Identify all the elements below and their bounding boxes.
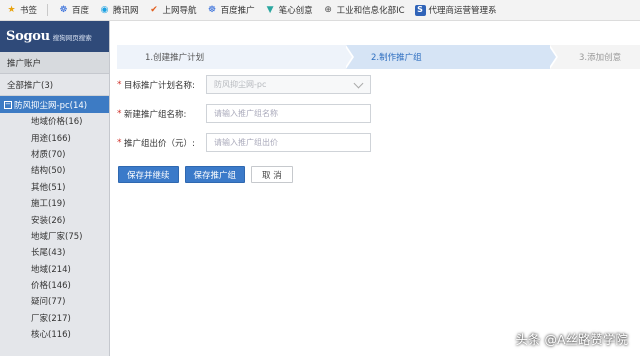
bookmark-label: 上网导航 — [162, 6, 197, 16]
bookmark-idea[interactable]: ▼ 笔心创意 — [265, 4, 313, 16]
sidebar-group-item[interactable]: 地域厂家(75) — [0, 228, 109, 244]
collapse-icon[interactable]: − — [4, 100, 12, 109]
main-content: 1.创建推广计划 2.制作推广组 3.添加创意 * 目标推广计划名称: 防风抑尘… — [111, 21, 640, 356]
required-mark: * — [117, 138, 122, 148]
group-name-input[interactable]: 请输入推广组名称 — [206, 104, 371, 123]
plan-select-value: 防风抑尘网-pc — [214, 80, 267, 89]
save-group-button[interactable]: 保存推广组 — [184, 166, 246, 183]
watermark-text: 头条 @A丝路赞学院 — [515, 332, 628, 347]
bid-input[interactable]: 请输入推广组出价 — [206, 133, 371, 152]
sidebar-group-item[interactable]: 其他(51) — [0, 179, 109, 195]
bookmark-label: 百度推广 — [220, 6, 255, 16]
globe-icon: ⊕ — [324, 4, 332, 15]
step-arrow — [344, 45, 352, 69]
s-logo-icon: S — [414, 4, 426, 16]
account-section-title: 推广账户 — [0, 52, 109, 74]
group-name-label: 新建推广组名称: — [124, 110, 187, 120]
required-mark: * — [117, 109, 122, 119]
sidebar-group-item[interactable]: 安装(26) — [0, 211, 109, 227]
step-make-group: 2.制作推广组 — [346, 45, 556, 69]
sidebar-group-item[interactable]: 用途(166) — [0, 129, 109, 145]
bid-label: 推广组出价（元）: — [124, 139, 195, 149]
group-name-row: * 新建推广组名称: — [117, 104, 206, 124]
logo-subtitle: 搜狗网页搜索 — [52, 33, 92, 42]
sogou-logo[interactable]: Sogou 搜狗网页搜索 — [0, 21, 109, 52]
plan-row: * 目标推广计划名称: — [117, 75, 206, 95]
sidebar-group-item[interactable]: 施工(19) — [0, 195, 109, 211]
bookmark-label: 笔心创意 — [278, 6, 313, 16]
plan-label: 防风抑尘网-pc(14) — [14, 100, 88, 111]
bid-row: * 推广组出价（元）: — [117, 133, 206, 153]
save-continue-button[interactable]: 保存并继续 — [118, 166, 179, 183]
bookmark-agent[interactable]: S 代理商运营管理系 — [414, 4, 497, 16]
tencent-icon: ◉ — [100, 4, 109, 15]
form-actions: 保存并继续 保存推广组 取 消 — [118, 166, 293, 183]
required-mark: * — [117, 80, 122, 90]
bookmark-miit[interactable]: ⊕ 工业和信息化部IC — [323, 4, 405, 16]
logo-text: Sogou — [6, 29, 50, 44]
step-create-plan: 1.创建推广计划 — [117, 45, 352, 69]
bookmark-label: 腾讯网 — [113, 6, 139, 16]
sidebar-group-item[interactable]: 厂家(217) — [0, 310, 109, 326]
step-add-creative: 3.添加创意 — [550, 45, 640, 69]
sidebar-group-item[interactable]: 地域(214) — [0, 261, 109, 277]
sidebar-item-all[interactable]: 全部推广(3) — [0, 74, 109, 96]
sidebar-group-item[interactable]: 疑问(77) — [0, 293, 109, 309]
cancel-button[interactable]: 取 消 — [251, 166, 293, 183]
chevron-down-icon — [353, 78, 364, 89]
plan-label: 目标推广计划名称: — [124, 81, 195, 91]
bookmark-shuqian[interactable]: ★ 书签 — [6, 4, 37, 16]
nav-check-icon: ✔ — [150, 4, 158, 15]
step-arrow — [548, 45, 556, 69]
sidebar: Sogou 搜狗网页搜索 推广账户 全部推广(3) − 防风抑尘网-pc(14)… — [0, 21, 110, 356]
bid-placeholder: 请输入推广组出价 — [214, 138, 278, 147]
divider — [47, 4, 49, 16]
bookmark-nav[interactable]: ✔ 上网导航 — [149, 4, 197, 16]
step-progress: 1.创建推广计划 2.制作推广组 3.添加创意 — [117, 45, 640, 69]
watermark: 头条 @A丝路赞学院 — [515, 329, 628, 348]
sidebar-group-item[interactable]: 结构(50) — [0, 162, 109, 178]
bookmark-tencent[interactable]: ◉ 腾讯网 — [99, 4, 139, 16]
sidebar-item-active-plan[interactable]: − 防风抑尘网-pc(14) — [0, 96, 109, 113]
bookmark-baidu[interactable]: ☸ 百度 — [58, 4, 89, 16]
bookmark-label: 百度 — [72, 6, 90, 16]
bookmark-label: 书签 — [20, 6, 38, 16]
group-name-placeholder: 请输入推广组名称 — [214, 109, 278, 118]
sidebar-group-item[interactable]: 材质(70) — [0, 146, 109, 162]
sidebar-group-item[interactable]: 长尾(43) — [0, 244, 109, 260]
bookmark-label: 代理商运营管理系 — [428, 6, 497, 16]
sidebar-group-item[interactable]: 核心(116) — [0, 326, 109, 342]
bookmark-baidu-tuiguang[interactable]: ☸ 百度推广 — [207, 4, 255, 16]
plan-select[interactable]: 防风抑尘网-pc — [206, 75, 371, 94]
baidu-paw-icon: ☸ — [59, 4, 68, 15]
bookmark-label: 工业和信息化部IC — [336, 6, 405, 16]
star-icon: ★ — [7, 4, 16, 15]
idea-icon: ▼ — [266, 4, 274, 15]
baidu-paw-icon: ☸ — [208, 4, 217, 15]
sidebar-group-item[interactable]: 地域价格(16) — [0, 113, 109, 129]
sidebar-group-item[interactable]: 价格(146) — [0, 277, 109, 293]
bookmarks-bar: ★ 书签 ☸ 百度 ◉ 腾讯网 ✔ 上网导航 ☸ 百度推广 ▼ 笔心创意 ⊕ 工… — [0, 0, 640, 21]
